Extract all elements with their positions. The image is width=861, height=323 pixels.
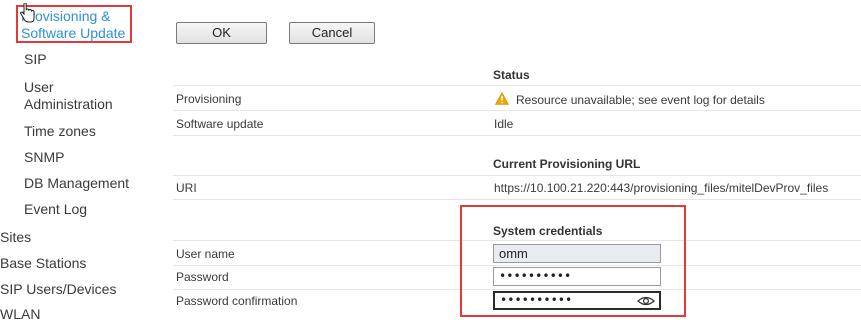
sidebar-item-sip[interactable]: SIP — [24, 51, 47, 68]
password-confirmation-label: Password confirmation — [176, 294, 298, 308]
provisioning-status-value: Resource unavailable; see event log for … — [516, 93, 765, 107]
uri-label: URI — [176, 181, 197, 195]
sidebar-item-sites[interactable]: Sites — [0, 229, 31, 246]
sidebar-item-sip-users-devices[interactable]: SIP Users/Devices — [0, 281, 116, 298]
username-label: User name — [176, 247, 235, 261]
ok-button[interactable]: OK — [176, 22, 267, 44]
sidebar-item-event-log[interactable]: Event Log — [24, 201, 87, 218]
divider — [173, 199, 861, 200]
divider — [173, 110, 861, 111]
uri-value: https://10.100.21.220:443/provisioning_f… — [494, 181, 829, 195]
sidebar-item-user-administration[interactable]: User Administration — [24, 79, 124, 113]
divider — [173, 85, 861, 86]
provisioning-label: Provisioning — [176, 92, 242, 106]
sidebar-item-wlan[interactable]: WLAN — [0, 306, 40, 323]
sidebar-item-base-stations[interactable]: Base Stations — [0, 255, 86, 272]
sidebar-item-time-zones[interactable]: Time zones — [24, 123, 96, 140]
divider — [173, 135, 861, 136]
provisioning-url-header: Current Provisioning URL — [493, 157, 641, 171]
status-header: Status — [493, 68, 530, 82]
cancel-button[interactable]: Cancel — [289, 22, 375, 44]
sidebar-item-db-management[interactable]: DB Management — [24, 175, 129, 192]
credentials-highlight-box — [460, 205, 686, 317]
hand-cursor-icon — [19, 3, 35, 23]
password-label: Password — [176, 270, 229, 284]
divider — [173, 175, 861, 176]
software-update-label: Software update — [176, 117, 264, 131]
warning-icon — [495, 92, 509, 105]
software-update-value: Idle — [494, 117, 514, 131]
sidebar-nav: Provisioning & Software Update SIP User … — [0, 0, 150, 323]
sidebar-item-snmp[interactable]: SNMP — [24, 149, 64, 166]
